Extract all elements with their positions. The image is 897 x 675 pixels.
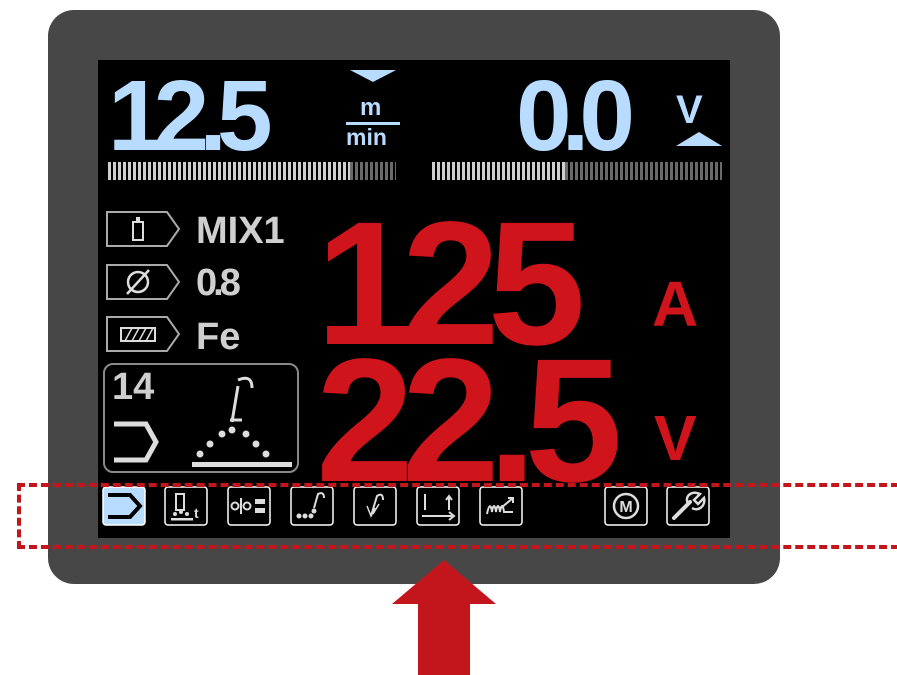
material: Fe	[196, 316, 241, 358]
wire-speed-bar	[108, 162, 396, 180]
welding-voltage-unit: V	[654, 402, 697, 474]
wire-diameter-tag	[106, 264, 181, 300]
arc-voltage-indicator-icon	[676, 132, 722, 146]
gas-type: MIX1	[196, 210, 285, 252]
arc-voltage-unit: V	[676, 88, 703, 132]
material-tag	[106, 316, 181, 352]
arc-voltage-value: 0.0	[516, 60, 635, 172]
wire-speed-unit-top: m	[360, 94, 382, 121]
toolbar-highlight-frame	[17, 483, 897, 549]
wire-speed-unit-bottom: min	[346, 124, 387, 150]
material-plate-icon	[120, 327, 156, 342]
welding-current-unit: A	[652, 268, 699, 340]
program-number: 14	[112, 366, 155, 408]
pointer-arrow-icon	[392, 560, 496, 675]
wire-speed-value: 12.5	[108, 60, 273, 172]
parameter-select-arrow-icon	[350, 70, 396, 82]
diameter-icon	[126, 269, 150, 295]
arc-voltage-bar	[432, 162, 722, 180]
gas-tag	[106, 211, 181, 247]
welding-torch-icon	[192, 376, 292, 467]
trigger-mode-icon	[114, 421, 159, 463]
wire-diameter: 0.8	[196, 262, 241, 304]
gas-cylinder-icon	[132, 217, 144, 241]
